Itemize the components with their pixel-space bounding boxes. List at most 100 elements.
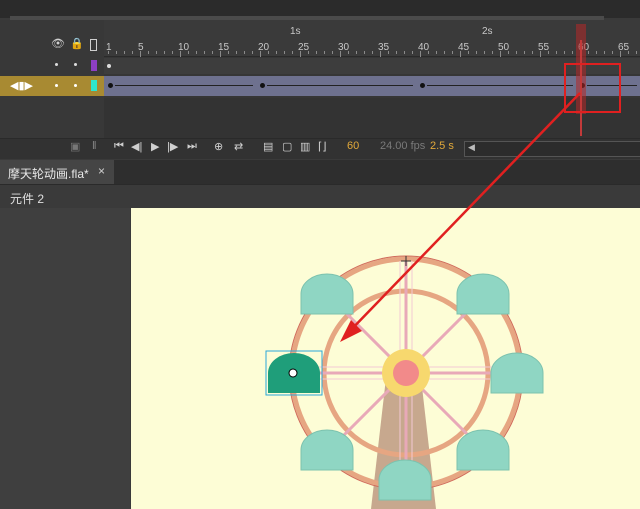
ruler-tick (540, 51, 541, 57)
play-icon[interactable]: ▶ (151, 140, 159, 153)
layer-row-2-frames[interactable] (104, 76, 640, 96)
step-back-icon[interactable]: ◀| (131, 140, 142, 153)
ruler-tick (132, 51, 133, 54)
ruler-tick (484, 51, 485, 54)
ruler-tick (140, 51, 141, 57)
ruler-tick (364, 51, 365, 54)
ruler-tick (116, 51, 117, 54)
outline-icon[interactable] (90, 39, 97, 51)
close-icon[interactable]: × (98, 164, 105, 178)
onion-skin-icon[interactable]: ▤ (263, 140, 273, 153)
ruler-tick (340, 51, 341, 57)
ruler-tick (452, 51, 453, 54)
document-tab[interactable]: 摩天轮动画.fla* × (0, 160, 114, 184)
ruler-tick (476, 51, 477, 54)
ruler-tick (380, 51, 381, 57)
registration-point (288, 368, 298, 378)
ruler-tick (196, 51, 197, 54)
keyframe[interactable] (260, 83, 265, 88)
ruler-tick (508, 51, 509, 54)
ruler-tick (468, 51, 469, 54)
onion-markers-icon[interactable]: ⌈⌋ (318, 140, 327, 153)
tween-arrow (267, 85, 413, 86)
last-frame-icon[interactable]: ⏭ (187, 140, 197, 153)
tween-arrow (427, 85, 573, 86)
loop-icon[interactable]: ⇄ (234, 140, 243, 153)
ruler-tick (228, 51, 229, 54)
ruler-tick (156, 51, 157, 54)
stage[interactable] (131, 208, 640, 509)
ruler-tick (284, 51, 285, 54)
ruler-tick (108, 51, 109, 54)
ruler-tick (500, 51, 501, 57)
camera-icon[interactable]: ▣ (70, 140, 80, 153)
edit-bar: 元件 2 (0, 184, 640, 209)
lock-icon[interactable]: 🔒 (70, 38, 84, 50)
ruler-tick (524, 51, 525, 54)
onion-outline-icon[interactable]: ▢ (282, 140, 292, 153)
ruler-tick (556, 51, 557, 54)
second-label-2s: 2s (482, 26, 493, 37)
ferris-wheel-artwork[interactable] (131, 208, 640, 509)
ruler-tick (572, 51, 573, 54)
ruler-tick (588, 51, 589, 54)
ruler-tick (428, 51, 429, 54)
layer-row-2-header-selected[interactable]: ◀▮▶ (0, 76, 104, 96)
ruler-tick (332, 51, 333, 54)
ruler-tick (460, 51, 461, 57)
elapsed-value[interactable]: 2.5 s (430, 140, 454, 152)
ruler-tick (268, 51, 269, 54)
ruler-tick (436, 51, 437, 54)
layer-row-1-frames[interactable] (104, 58, 640, 74)
ruler-tick (348, 51, 349, 54)
empty-layer-area (104, 98, 640, 138)
ruler-tick (388, 51, 389, 54)
timeline-controls: ▣ ‖ ⏮ ◀| ▶ |▶ ⏭ ⊕ ⇄ ▤ ▢ ▥ ⌈⌋ 60 24.00 fp… (0, 138, 640, 159)
first-frame-icon[interactable]: ⏮ (114, 140, 124, 153)
ruler-tick (124, 51, 125, 54)
ruler-tick (260, 51, 261, 57)
center-frame-icon[interactable]: ⊕ (214, 140, 223, 153)
ruler-tick (148, 51, 149, 54)
ruler-tick (252, 51, 253, 54)
top-panel-strip (0, 0, 640, 20)
step-forward-icon[interactable]: |▶ (167, 140, 178, 153)
tween-arrow (115, 85, 253, 86)
ruler-tick (548, 51, 549, 54)
ruler-tick (244, 51, 245, 54)
divider: ‖ (92, 140, 97, 152)
current-frame-value[interactable]: 60 (347, 140, 359, 152)
ruler-tick (532, 51, 533, 54)
ruler-tick (492, 51, 493, 54)
ruler-tick (412, 51, 413, 54)
ruler-tick (172, 51, 173, 54)
fps-value[interactable]: 24.00 fps (380, 140, 425, 152)
ruler-tick (220, 51, 221, 57)
ruler-tick (188, 51, 189, 54)
ruler-tick (596, 51, 597, 54)
annotation-highlight-box (564, 63, 621, 113)
ruler-tick (516, 51, 517, 54)
edit-multiple-icon[interactable]: ▥ (300, 140, 310, 153)
ruler-tick (628, 51, 629, 54)
ruler-tick (180, 51, 181, 57)
eye-icon[interactable]: 👁 (51, 38, 65, 50)
ruler-tick (636, 51, 637, 54)
ruler-tick (404, 51, 405, 54)
ruler-tick (564, 51, 565, 54)
frame-ruler[interactable]: 1s 2s 1 5 10 15 20 25 30 35 40 45 50 55 … (104, 20, 640, 57)
keyframe[interactable] (420, 83, 425, 88)
layer-row-1-header[interactable] (0, 58, 104, 74)
ruler-tick (612, 51, 613, 54)
ruler-tick (620, 51, 621, 57)
pasteboard (0, 208, 130, 509)
ruler-tick (292, 51, 293, 54)
breadcrumb-item[interactable]: 元件 2 (10, 190, 44, 207)
ruler-tick (164, 51, 165, 54)
keyframe[interactable] (108, 83, 113, 88)
ruler-tick (324, 51, 325, 54)
ruler-tick (420, 51, 421, 57)
ruler-tick (236, 51, 237, 54)
ruler-tick (396, 51, 397, 54)
timeline-scrollbar[interactable]: ◀ (464, 141, 640, 157)
